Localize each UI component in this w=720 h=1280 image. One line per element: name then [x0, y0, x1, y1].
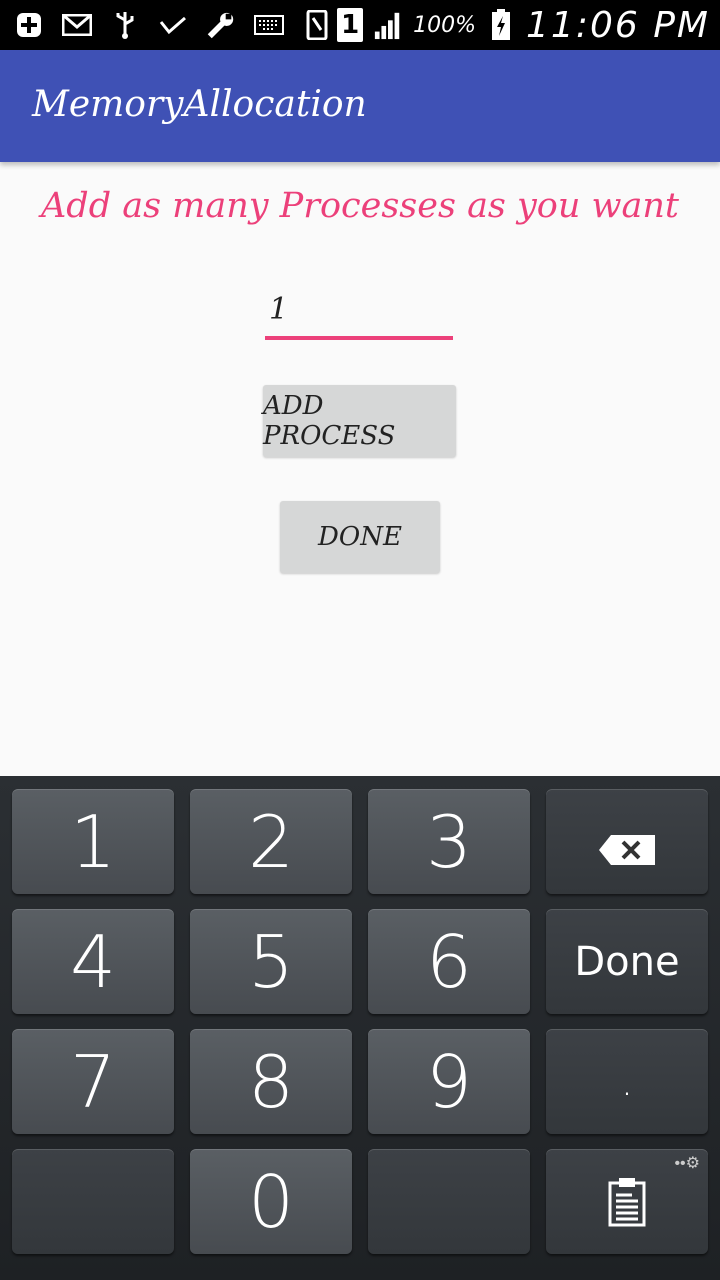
key-7[interactable]: 7 [12, 1029, 174, 1134]
backspace-key[interactable] [546, 789, 708, 894]
key-9[interactable]: 9 [368, 1029, 530, 1134]
settings-gear-icon: ••⚙ [674, 1153, 700, 1172]
clipboard-icon [607, 1160, 647, 1244]
keyboard-done-key[interactable]: Done [546, 909, 708, 1014]
status-bar: 1 100% 11:06 PM [0, 0, 720, 50]
key-1[interactable]: 1 [12, 789, 174, 894]
key-5[interactable]: 5 [190, 909, 352, 1014]
backspace-icon [597, 800, 657, 884]
battery-percent: 100% [413, 12, 477, 38]
sim-indicator: 1 [337, 8, 364, 42]
key-blank-left[interactable] [12, 1149, 174, 1254]
key-blank-right[interactable] [368, 1149, 530, 1254]
app-title: MemoryAllocation [32, 84, 367, 125]
medical-add-icon [14, 10, 44, 40]
process-count-field[interactable] [265, 282, 453, 340]
clock-time: 11:06 PM [526, 4, 710, 46]
input-underline [265, 336, 453, 340]
add-process-button[interactable]: ADD PROCESS [263, 385, 456, 457]
numeric-keyboard: 1 2 3 4 5 6 Done 7 8 9 . 0 ••⚙ [0, 776, 720, 1280]
key-2[interactable]: 2 [190, 789, 352, 894]
done-button[interactable]: DONE [280, 501, 440, 573]
usb-icon [110, 10, 140, 40]
battery-charging-icon [486, 9, 516, 40]
key-3[interactable]: 3 [368, 789, 530, 894]
mail-icon [62, 10, 92, 40]
process-count-input[interactable] [265, 282, 453, 336]
key-8[interactable]: 8 [190, 1029, 352, 1134]
phone-icon [302, 10, 332, 40]
key-dot[interactable]: . [546, 1029, 708, 1134]
clipboard-key[interactable]: ••⚙ [546, 1149, 708, 1254]
key-4[interactable]: 4 [12, 909, 174, 1014]
key-6[interactable]: 6 [368, 909, 530, 1014]
check-download-icon [158, 10, 188, 40]
app-bar: MemoryAllocation [0, 50, 720, 162]
page-heading: Add as many Processes as you want [41, 186, 679, 226]
wrench-icon [206, 10, 236, 40]
keyboard-icon [254, 10, 284, 40]
signal-icon [373, 10, 403, 40]
key-0[interactable]: 0 [190, 1149, 352, 1254]
